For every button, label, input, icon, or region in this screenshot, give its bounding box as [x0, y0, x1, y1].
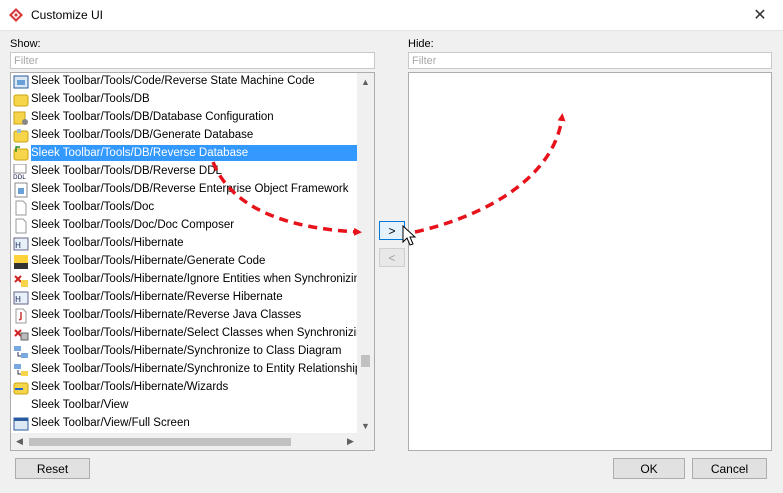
list-item-label: Sleek Toolbar/Tools/Doc [31, 201, 155, 213]
ignore-entities-icon [13, 272, 29, 288]
list-item[interactable]: Sleek Toolbar/Tools/Hibernate/Ignore Ent… [11, 271, 366, 289]
list-item[interactable]: Sleek Toolbar/Tools/Hibernate/Reverse Ja… [11, 307, 358, 325]
show-label: Show: [10, 38, 41, 50]
list-item-label: Sleek Toolbar/Tools/Code/Reverse State M… [31, 75, 315, 87]
folder-icon [13, 92, 29, 108]
close-icon: ✕ [753, 7, 767, 24]
list-item[interactable]: Sleek Toolbar/Tools/Code/Reverse State M… [11, 73, 358, 91]
list-item[interactable]: H Sleek Toolbar/Tools/Hibernate/Reverse H… [11, 289, 358, 307]
horizontal-scrollbar[interactable]: ◀ ▶ [11, 433, 359, 450]
horizontal-scroll-thumb[interactable] [29, 438, 291, 446]
java-icon [13, 308, 29, 324]
reset-button[interactable]: Reset [15, 458, 90, 479]
list-item-label: Sleek Toolbar/Tools/Hibernate [31, 237, 184, 249]
list-item-label: Sleek Toolbar/Tools/Hibernate/Ignore Ent… [31, 273, 367, 285]
hide-list[interactable] [408, 72, 772, 451]
list-item[interactable]: Sleek Toolbar/Tools/DB [11, 91, 358, 109]
state-machine-icon [13, 74, 29, 90]
list-item[interactable]: Sleek Toolbar/View/Full Screen [11, 415, 358, 433]
database-config-icon [13, 110, 29, 126]
list-item[interactable]: Sleek Toolbar/View [11, 397, 358, 415]
show-list[interactable]: Sleek Toolbar/Tools/Code/Reverse State M… [10, 72, 375, 451]
hibernate-icon: H [13, 290, 29, 306]
svg-text:DDL: DDL [13, 174, 26, 180]
svg-text:H: H [15, 295, 21, 304]
list-item[interactable]: Sleek Toolbar/Tools/Hibernate/Wizards [11, 379, 358, 397]
list-item[interactable]: Sleek Toolbar/Tools/DB/Reverse Database [11, 145, 358, 163]
list-item[interactable]: Sleek Toolbar/Tools/Hibernate/Generate C… [11, 253, 358, 271]
title-bar: Customize UI ✕ [0, 0, 783, 31]
list-item-label: Sleek Toolbar/Tools/DB/Database Configur… [31, 111, 274, 123]
list-item[interactable]: Sleek Toolbar/Tools/Doc [11, 199, 358, 217]
hide-filter-input[interactable] [408, 52, 772, 69]
list-item[interactable]: Sleek Toolbar/Tools/DB/Reverse Enterpris… [11, 181, 358, 199]
vertical-scroll-thumb[interactable] [361, 355, 370, 367]
scroll-up-icon[interactable]: ▲ [357, 73, 374, 90]
list-item-label: Sleek Toolbar/Tools/Hibernate/Synchroniz… [31, 363, 375, 375]
list-item[interactable]: Sleek Toolbar/Tools/Hibernate/Synchroniz… [11, 343, 358, 361]
list-item[interactable]: Sleek Toolbar/Tools/Doc/Doc Composer [11, 217, 358, 235]
list-item[interactable]: DDL Sleek Toolbar/Tools/DB/Reverse DDL [11, 163, 358, 181]
list-item-label: Sleek Toolbar/Tools/DB/Reverse DDL [31, 165, 222, 177]
scroll-corner [357, 433, 374, 450]
list-item[interactable]: H Sleek Toolbar/Tools/Hibernate [11, 235, 358, 253]
list-item-label: Sleek Toolbar/Tools/Hibernate/Select Cla… [31, 327, 369, 339]
list-item[interactable]: Sleek Toolbar/Tools/Hibernate/Synchroniz… [11, 361, 374, 379]
list-item-label: Sleek Toolbar/View/Full Screen [31, 417, 190, 429]
list-item-label: Sleek Toolbar/Tools/Hibernate/Synchroniz… [31, 345, 342, 357]
list-item[interactable]: Sleek Toolbar/Tools/Hibernate/Select Cla… [11, 325, 369, 343]
list-item-label: Sleek Toolbar/Tools/Hibernate/Reverse Hi… [31, 291, 283, 303]
scroll-down-icon[interactable]: ▼ [357, 417, 374, 434]
cancel-button[interactable]: Cancel [692, 458, 767, 479]
hibernate-icon: H [13, 236, 29, 252]
document-icon [13, 200, 29, 216]
ok-button[interactable]: OK [613, 458, 685, 479]
list-item-label: Sleek Toolbar/View [31, 399, 129, 411]
move-to-show-button[interactable]: < [379, 248, 405, 267]
list-item-label: Sleek Toolbar/Tools/Hibernate/Reverse Ja… [31, 309, 302, 321]
list-item-label: Sleek Toolbar/Tools/DB/Reverse Database [31, 145, 358, 161]
list-item-label: Sleek Toolbar/Tools/Doc/Doc Composer [31, 219, 235, 231]
sync-erd-icon [13, 362, 29, 378]
list-item-label: Sleek Toolbar/Tools/Hibernate/Wizards [31, 381, 229, 393]
wizard-icon [13, 380, 29, 396]
hide-label: Hide: [408, 38, 434, 50]
document-icon [13, 218, 29, 234]
list-item-label: Sleek Toolbar/Tools/DB/Reverse Enterpris… [31, 183, 349, 195]
sync-class-icon [13, 344, 29, 360]
list-item[interactable]: Sleek Toolbar/Tools/DB/Generate Database [11, 127, 358, 145]
show-filter-input[interactable] [10, 52, 375, 69]
window-title: Customize UI [31, 8, 104, 22]
list-item[interactable]: Sleek Toolbar/Tools/DB/Database Configur… [11, 109, 358, 127]
ddl-icon: DDL [13, 163, 29, 181]
move-to-hide-button[interactable]: > [379, 221, 405, 240]
generate-database-icon [13, 128, 29, 144]
full-screen-icon [13, 416, 29, 432]
scroll-left-icon[interactable]: ◀ [11, 433, 28, 450]
svg-text:H: H [15, 241, 21, 250]
vertical-scrollbar[interactable]: ▲ ▼ [357, 73, 374, 434]
select-classes-icon [13, 326, 29, 342]
app-logo-icon [9, 8, 23, 22]
eof-icon [13, 182, 29, 198]
list-item-label: Sleek Toolbar/Tools/DB/Generate Database [31, 129, 254, 141]
list-item-label: Sleek Toolbar/Tools/DB [31, 93, 150, 105]
close-button[interactable]: ✕ [737, 0, 783, 30]
code-icon [13, 254, 29, 270]
list-item-label: Sleek Toolbar/Tools/Hibernate/Generate C… [31, 255, 266, 267]
reverse-database-icon [13, 146, 29, 162]
